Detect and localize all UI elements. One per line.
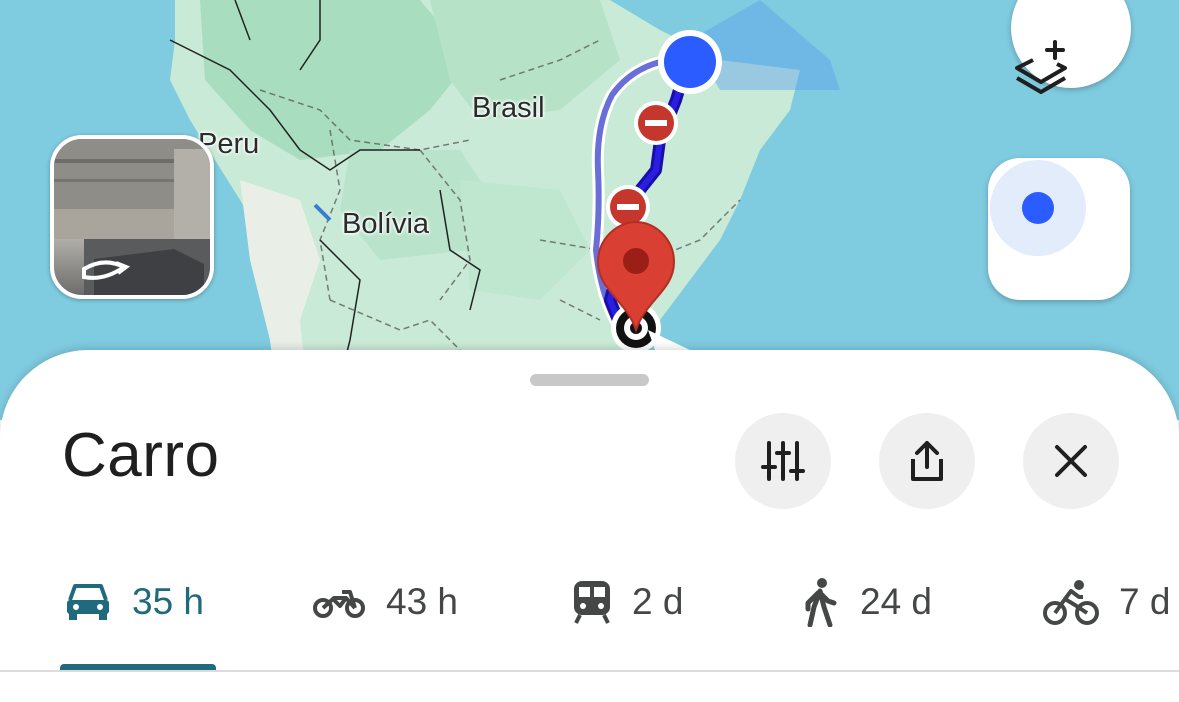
mode-tab-walking[interactable]: 24 d [800, 570, 932, 634]
mode-tab-car[interactable]: 35 h [64, 570, 204, 634]
mode-duration: 2 d [632, 581, 684, 622]
walking-icon [800, 577, 840, 627]
transit-icon [572, 579, 612, 625]
mode-tab-transit[interactable]: 2 d [572, 570, 683, 634]
road-closure-icon [634, 101, 678, 145]
origin-location-icon [658, 30, 722, 94]
mode-tab-motorcycle[interactable]: 43 h [312, 570, 458, 634]
drag-handle[interactable] [530, 374, 649, 386]
close-button[interactable] [1023, 413, 1119, 509]
motorcycle-icon [312, 584, 366, 620]
mode-duration: 43 h [386, 581, 459, 622]
car-icon [64, 580, 112, 624]
divider [0, 670, 1179, 672]
page-title: Carro [62, 421, 220, 490]
map-label-brasil: Brasil [472, 92, 545, 124]
tune-sliders-icon [761, 441, 805, 481]
directions-bottom-sheet[interactable]: Carro 35 h 43 h 2 d 24 d 7 d [0, 350, 1179, 702]
mode-duration: 35 h [132, 581, 205, 622]
my-location-button[interactable] [988, 158, 1130, 300]
bicycle-icon [1043, 579, 1099, 625]
street-view-thumbnail[interactable] [50, 135, 214, 299]
share-icon [911, 441, 943, 481]
route-options-button[interactable] [735, 413, 831, 509]
my-location-icon [990, 160, 1086, 256]
mode-tab-bicycle[interactable]: 7 d [1043, 570, 1170, 634]
street-view-image [54, 139, 210, 295]
share-button[interactable] [879, 413, 975, 509]
layers-add-icon [1015, 40, 1067, 94]
mode-duration: 7 d [1119, 581, 1171, 622]
close-icon [1055, 445, 1087, 477]
map-label-bolivia: Bolívia [342, 208, 430, 240]
mode-duration: 24 d [860, 581, 933, 622]
